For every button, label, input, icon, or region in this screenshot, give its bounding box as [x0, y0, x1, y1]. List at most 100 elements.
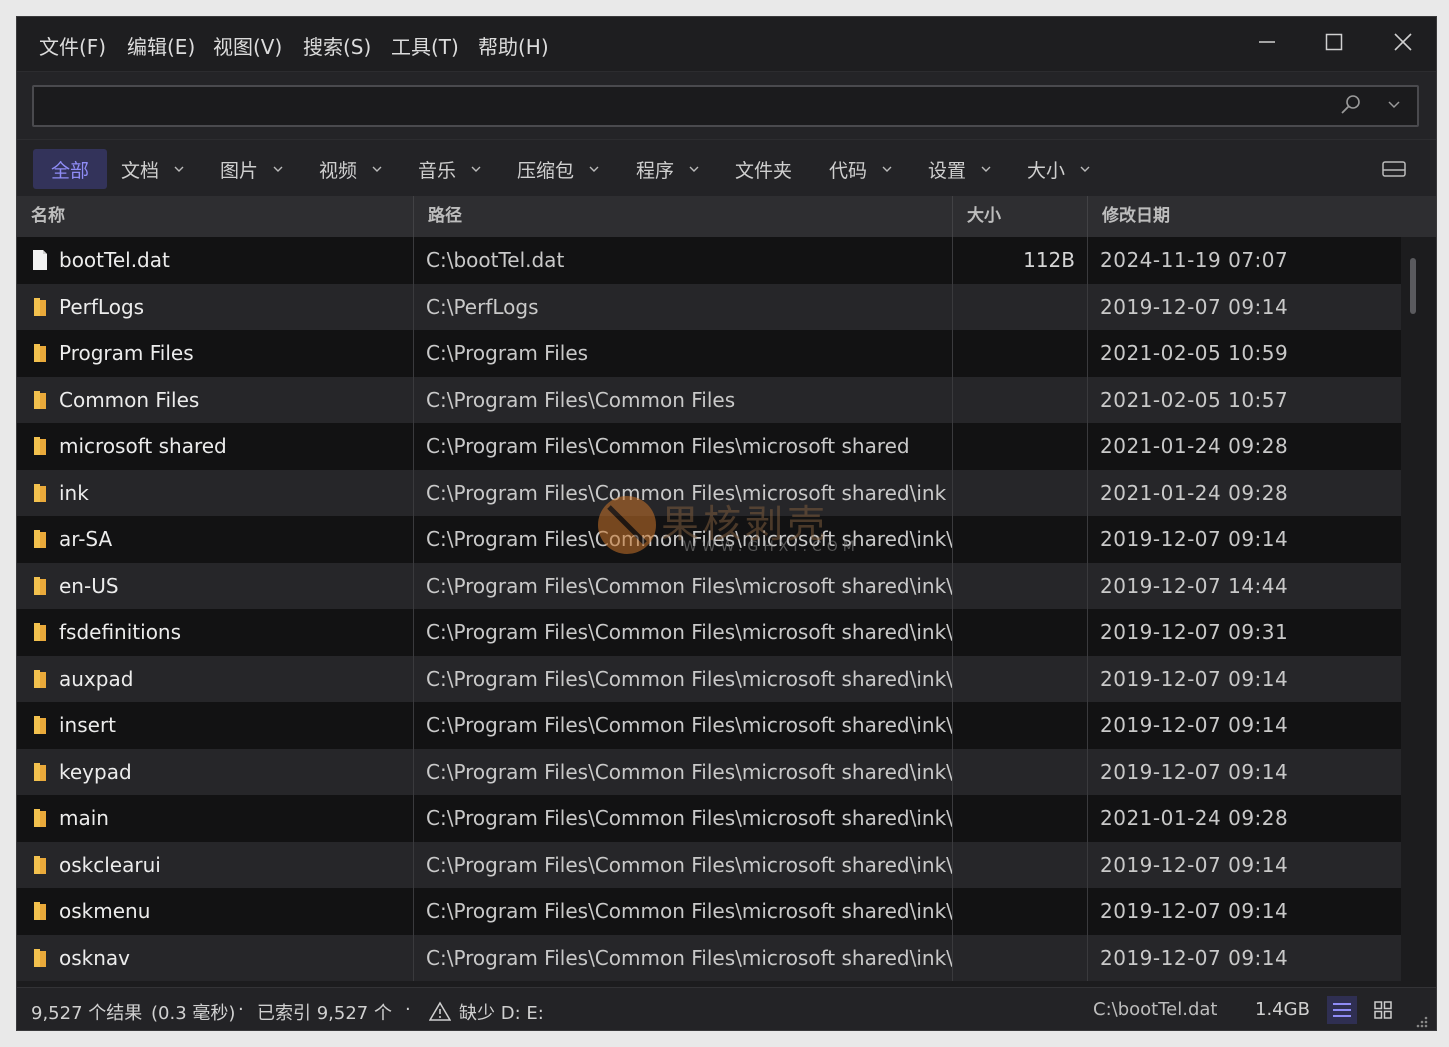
table-row[interactable]: PerfLogs C:\PerfLogs 2019-12-07 09:14	[17, 283, 1401, 330]
folder-icon	[34, 437, 46, 456]
folder-icon	[34, 297, 46, 316]
filter-all[interactable]: 全部	[33, 149, 107, 189]
cell-path: C:\bootTel.dat	[414, 237, 953, 284]
cell-size	[953, 609, 1088, 656]
chevron-down-icon	[372, 166, 382, 172]
table-row[interactable]: bootTel.dat C:\bootTel.dat 112B 2024-11-19 …	[17, 237, 1401, 284]
cell-size	[953, 469, 1088, 516]
cell-date: 2019-12-07 09:14	[1100, 852, 1289, 877]
table-row[interactable]: Program Files C:\Program Files 2021-02-05 …	[17, 330, 1401, 377]
status-separator: ·	[405, 999, 411, 1020]
table-row[interactable]: osknav C:\Program Files\Common Files\micr…	[17, 934, 1401, 981]
chevron-down-icon	[981, 166, 991, 172]
filter-label: 视频	[319, 159, 358, 182]
cell-date: 2019-12-07 09:14	[1100, 759, 1289, 784]
table-row[interactable]: Common Files C:\Program Files\Common File…	[17, 376, 1401, 423]
cell-size	[953, 841, 1088, 888]
cell-name: insert	[17, 702, 414, 749]
menu-view[interactable]: 视图(V)	[213, 31, 282, 60]
filter-images[interactable]: 图片	[220, 149, 284, 189]
cell-name: Common Files	[17, 376, 414, 423]
result-count: 9,527 个结果	[31, 1003, 143, 1024]
table-row[interactable]: ink C:\Program Files\Common Files\microso…	[17, 469, 1401, 516]
resize-grip-icon[interactable]	[1413, 1014, 1429, 1028]
column-header-path[interactable]: 路径	[414, 196, 953, 237]
filter-label: 大小	[1027, 159, 1066, 182]
column-header-size[interactable]: 大小	[953, 196, 1088, 237]
chevron-down-icon[interactable]	[1384, 94, 1404, 116]
preview-pane-icon[interactable]	[1381, 158, 1407, 180]
status-separator: ·	[238, 999, 244, 1020]
menu-bar: 文件(F) 编辑(E) 视图(V) 搜索(S) 工具(T) 帮助(H)	[17, 17, 1436, 71]
cell-name: oskclearui	[17, 841, 414, 888]
filter-label: 文档	[121, 159, 160, 182]
table-row[interactable]: oskmenu C:\Program Files\Common Files\mic…	[17, 888, 1401, 935]
filter-archives[interactable]: 压缩包	[517, 149, 600, 189]
menu-file[interactable]: 文件(F)	[39, 31, 106, 60]
table-row[interactable]: en-US C:\Program Files\Common Files\micro…	[17, 562, 1401, 609]
menu-search[interactable]: 搜索(S)	[303, 31, 371, 60]
minimize-button[interactable]	[1242, 25, 1292, 59]
cell-name: main	[17, 795, 414, 842]
folder-icon	[34, 344, 46, 363]
list-view-button[interactable]	[1327, 996, 1357, 1024]
filter-documents[interactable]: 文档	[121, 149, 185, 189]
filter-label: 程序	[636, 159, 675, 182]
cell-path: C:\Program Files\Common Files\microsoft …	[414, 609, 953, 656]
cell-size	[953, 423, 1088, 470]
close-button[interactable]	[1378, 25, 1428, 59]
close-icon	[1394, 33, 1412, 51]
search-input[interactable]	[42, 91, 1326, 123]
menu-edit[interactable]: 编辑(E)	[127, 31, 195, 60]
filter-size[interactable]: 大小	[1027, 149, 1091, 189]
menu-tools[interactable]: 工具(T)	[391, 31, 459, 60]
cell-path: C:\Program Files\Common Files\microsoft …	[414, 795, 953, 842]
cell-date: 2019-12-07 09:14	[1100, 527, 1289, 552]
filter-music[interactable]: 音乐	[418, 149, 482, 189]
table-row[interactable]: fsdefinitions C:\Program Files\Common Fil…	[17, 609, 1401, 656]
cell-size	[953, 748, 1088, 795]
filter-folders[interactable]: 文件夹	[735, 149, 792, 189]
filter-code[interactable]: 代码	[829, 149, 893, 189]
cell-date: 2019-12-07 09:14	[1100, 294, 1289, 319]
cell-date: 2019-12-07 09:14	[1100, 945, 1289, 970]
maximize-button[interactable]	[1309, 25, 1359, 59]
cell-path: C:\PerfLogs	[414, 283, 953, 330]
table-row[interactable]: main C:\Program Files\Common Files\micros…	[17, 795, 1401, 842]
table-row[interactable]: ar-SA C:\Program Files\Common Files\micro…	[17, 516, 1401, 563]
table-row[interactable]: microsoft shared C:\Program Files\Common …	[17, 423, 1401, 470]
cell-name: ar-SA	[17, 516, 414, 563]
column-header-date[interactable]: 修改日期	[1088, 196, 1436, 237]
table-row[interactable]: oskclearui C:\Program Files\Common Files\…	[17, 841, 1401, 888]
folder-icon	[34, 576, 46, 595]
scrollbar[interactable]	[1401, 237, 1436, 987]
filter-label: 图片	[220, 159, 259, 182]
cell-name: ink	[17, 469, 414, 516]
filter-video[interactable]: 视频	[319, 149, 383, 189]
cell-size	[953, 795, 1088, 842]
indexed-count: 已索引 9,527 个	[257, 1003, 392, 1024]
table-row[interactable]: insert C:\Program Files\Common Files\micr…	[17, 702, 1401, 749]
filter-programs[interactable]: 程序	[636, 149, 700, 189]
table-row[interactable]: keypad C:\Program Files\Common Files\micr…	[17, 748, 1401, 795]
file-name: oskclearui	[59, 852, 161, 877]
table-row[interactable]: auxpad C:\Program Files\Common Files\micr…	[17, 655, 1401, 702]
status-bar: 9,527 个结果 (0.3 毫秒) · 已索引 9,527 个 · 缺少 D:…	[17, 987, 1436, 1030]
cell-size	[953, 655, 1088, 702]
filter-settings[interactable]: 设置	[928, 149, 992, 189]
column-header-name[interactable]: 名称	[17, 196, 414, 237]
menu-help[interactable]: 帮助(H)	[478, 31, 549, 60]
missing-drives[interactable]: 缺少 D: E:	[459, 999, 544, 1025]
file-name: en-US	[59, 573, 119, 598]
table-header: 名称 路径 大小 修改日期	[17, 196, 1436, 238]
search-icon[interactable]	[1339, 93, 1363, 117]
scrollbar-thumb[interactable]	[1410, 258, 1416, 314]
cell-size	[953, 702, 1088, 749]
cell-path: C:\Program Files\Common Files\microsoft …	[414, 748, 953, 795]
cell-path: C:\Program Files\Common Files\microsoft …	[414, 934, 953, 981]
file-name: oskmenu	[59, 899, 151, 924]
warning-icon	[429, 1001, 451, 1021]
grid-view-button[interactable]	[1368, 996, 1398, 1024]
cell-path: C:\Program Files\Common Files\microsoft …	[414, 516, 953, 563]
filter-label: 压缩包	[517, 159, 575, 182]
